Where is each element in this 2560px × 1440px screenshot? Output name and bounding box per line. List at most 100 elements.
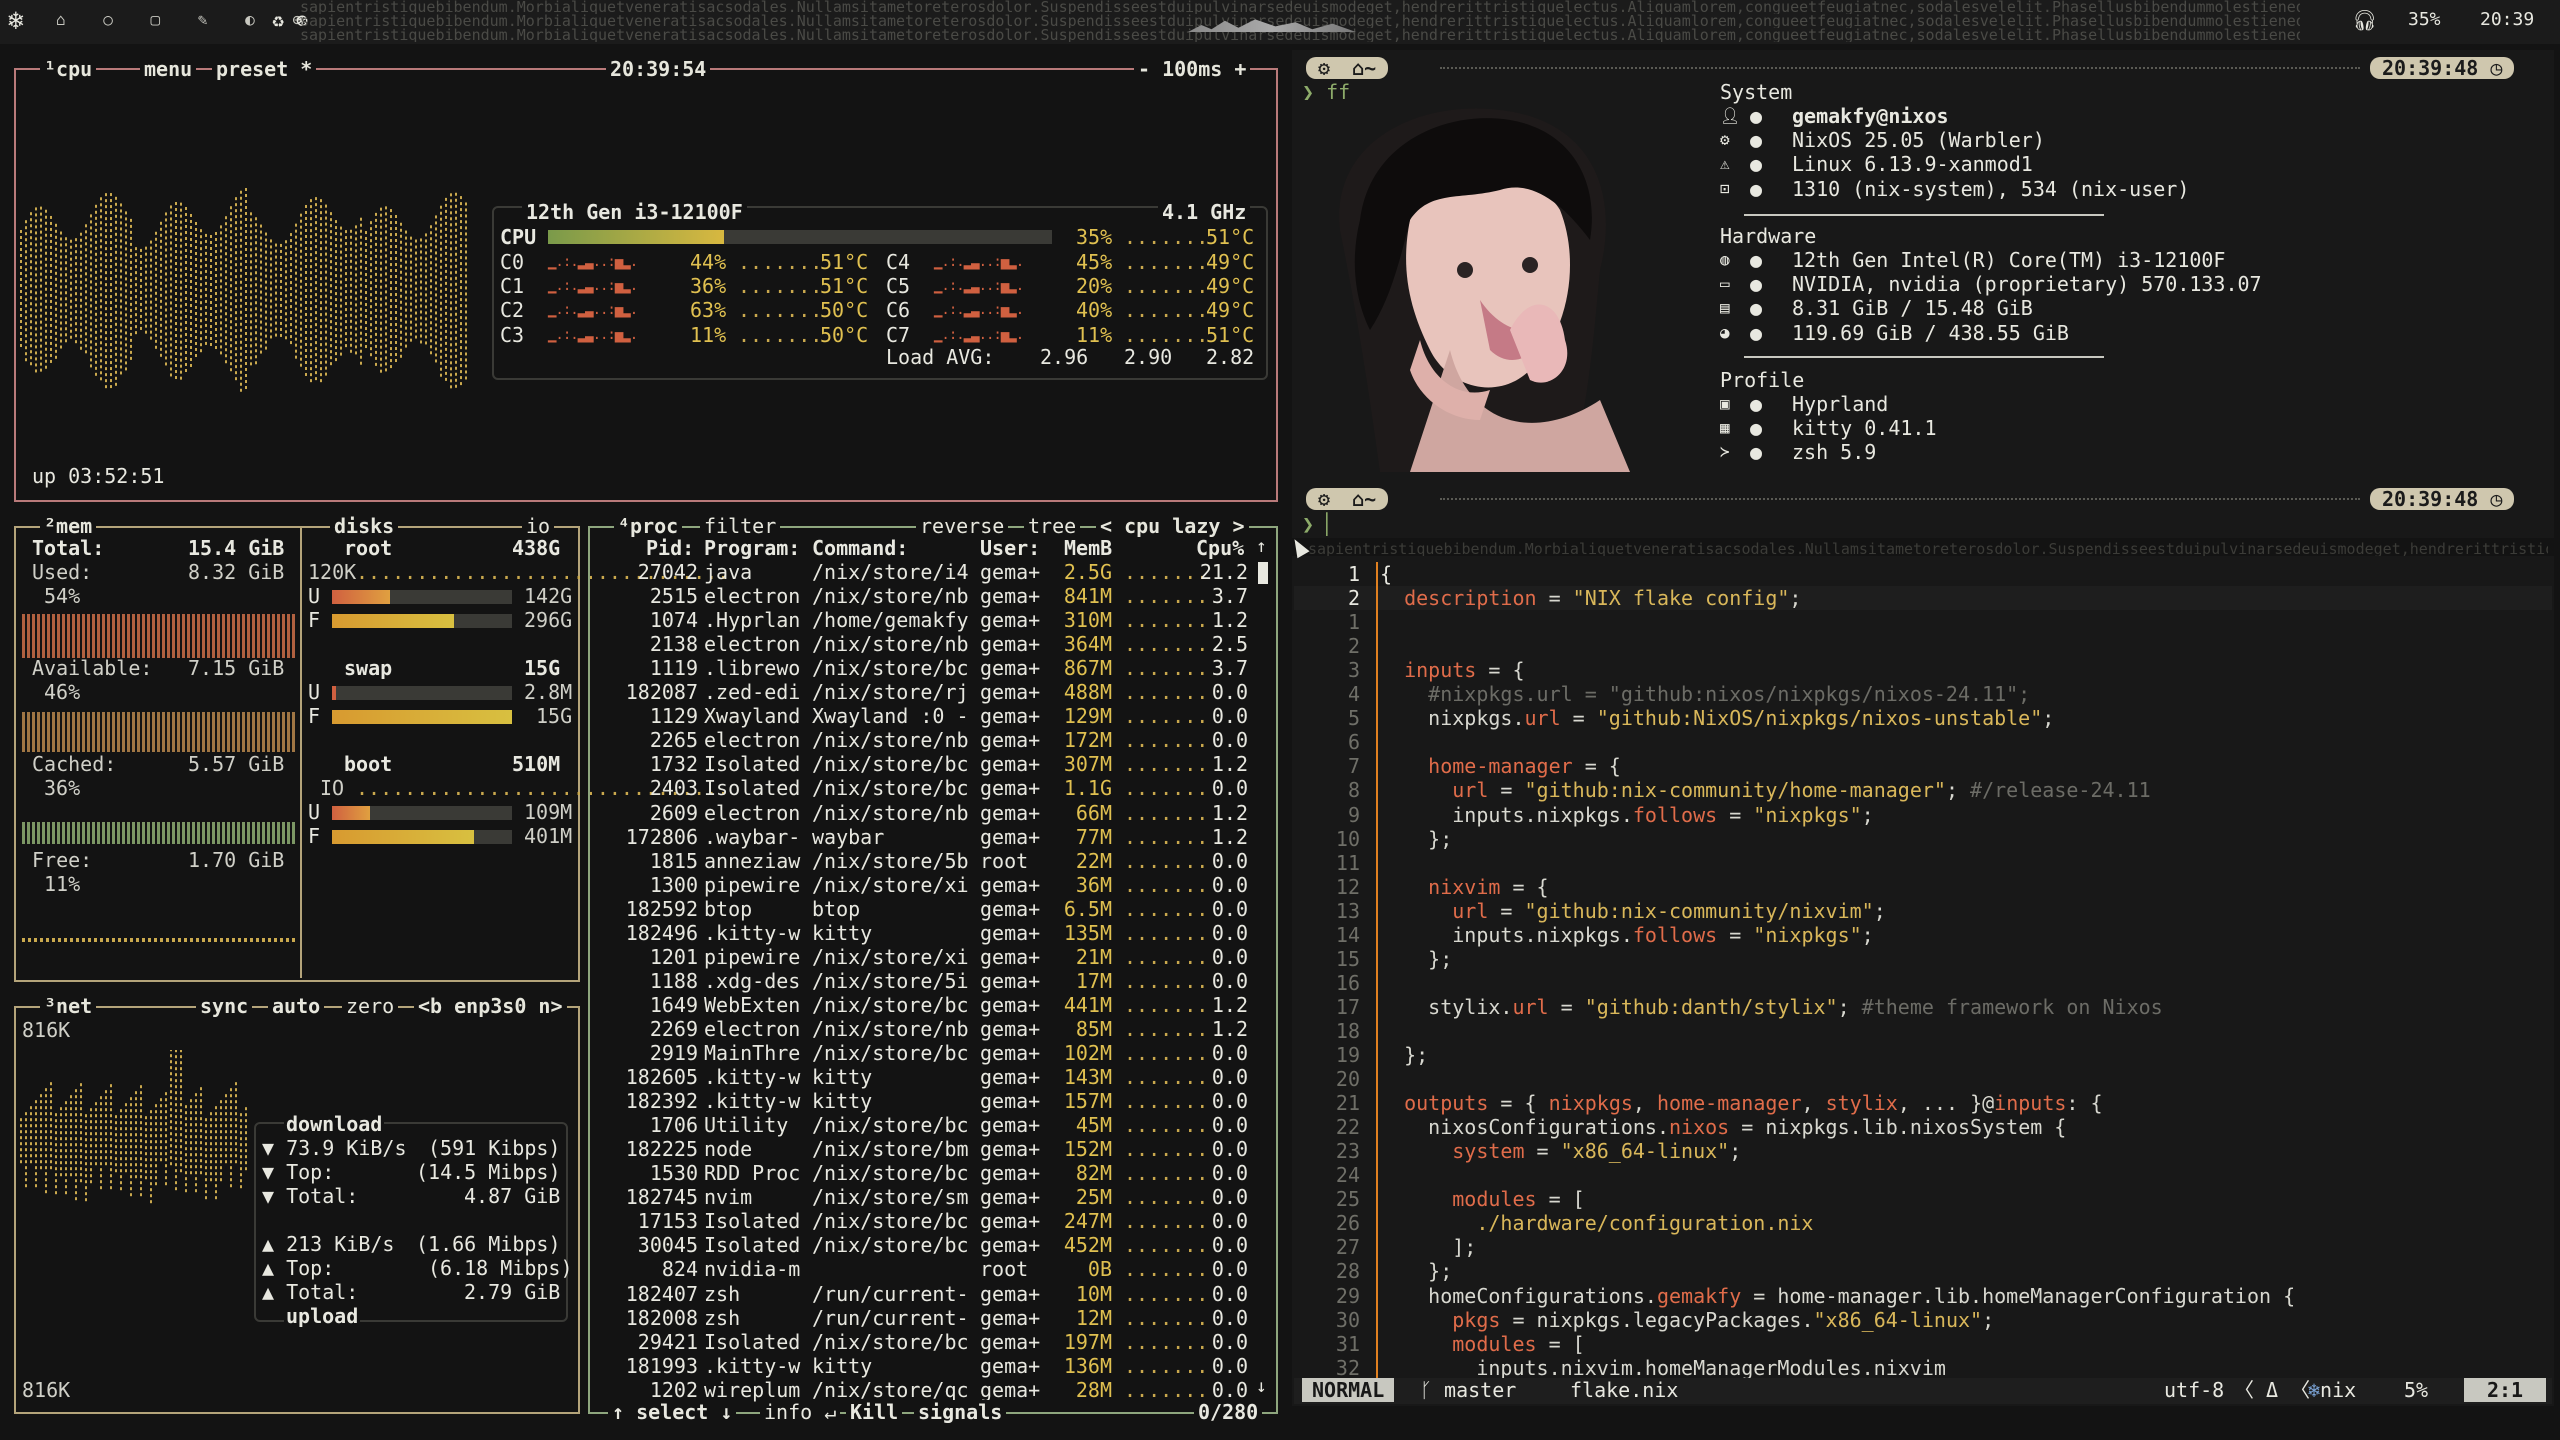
proc-mem[interactable]: 25M [1040,1185,1112,1209]
proc-pid[interactable]: 2138 [590,632,698,656]
proc-user[interactable]: gema+ [980,873,1040,897]
proc-user[interactable]: gema+ [980,897,1040,921]
proc-mem[interactable]: 1.1G [1040,776,1112,800]
proc-user[interactable]: gema+ [980,560,1040,584]
nvim-code-line[interactable]: modules = [ [1380,1187,1584,1211]
proc-mem[interactable]: 36M [1040,873,1112,897]
proc-cpu[interactable]: 1.2 [1196,801,1248,825]
proc-command[interactable]: /nix/store/xi [812,873,969,897]
proc-header-pid[interactable]: Pid: [646,536,694,560]
proc-header-cpu[interactable]: Cpu% [1196,536,1244,560]
proc-pid[interactable]: 30045 [590,1233,698,1257]
proc-cpu[interactable]: 0.0 [1196,1378,1248,1402]
net-interface-select[interactable]: <b enp3s0 n> [414,995,567,1017]
nvim-code-line[interactable]: inputs = { [1380,658,1524,682]
proc-mem[interactable]: 12M [1040,1306,1112,1330]
proc-program[interactable]: MainThre [704,1041,800,1065]
proc-mem[interactable]: 841M [1040,584,1112,608]
proc-cpu[interactable]: 0.0 [1196,1233,1248,1257]
proc-cpu[interactable]: 0.0 [1196,1065,1248,1089]
nvim-code-line[interactable]: stylix.url = "github:danth/stylix"; #the… [1380,995,2163,1019]
disks-io-toggle[interactable]: io [522,515,555,537]
proc-pid[interactable]: 1732 [590,752,698,776]
proc-user[interactable]: gema+ [980,1209,1040,1233]
proc-command[interactable]: /nix/store/bc [812,1041,969,1065]
proc-cpu[interactable]: 0.0 [1196,1209,1248,1233]
proc-cpu[interactable]: 0.0 [1196,921,1248,945]
proc-pid[interactable]: 2269 [590,1017,698,1041]
proc-command[interactable]: /nix/store/5b [812,849,969,873]
net-sync-toggle[interactable]: sync [196,995,253,1017]
proc-mem[interactable]: 307M [1040,752,1112,776]
proc-cpu[interactable]: 0.0 [1196,680,1248,704]
proc-pid[interactable]: 182605 [590,1065,698,1089]
proc-cpu[interactable]: 0.0 [1196,728,1248,752]
proc-program[interactable]: .kitty-w [704,1354,800,1378]
proc-header-program[interactable]: Program: [704,536,800,560]
proc-user[interactable]: gema+ [980,801,1040,825]
cpu-panel-title[interactable]: ¹cpu [40,58,97,80]
proc-program[interactable]: btop [704,897,752,921]
proc-cpu[interactable]: 0.0 [1196,1330,1248,1354]
proc-mem[interactable]: 452M [1040,1233,1112,1257]
proc-mem[interactable]: 85M [1040,1017,1112,1041]
proc-pid[interactable]: 824 [590,1257,698,1281]
nvim-code-line[interactable]: ./hardware/configuration.nix [1380,1211,1813,1235]
proc-mem[interactable]: 17M [1040,969,1112,993]
nvim-code-line[interactable]: system = "x86_64-linux"; [1380,1139,1741,1163]
proc-user[interactable]: gema+ [980,993,1040,1017]
proc-mem[interactable]: 28M [1040,1378,1112,1402]
proc-cpu[interactable]: 0.0 [1196,1185,1248,1209]
proc-program[interactable]: electron [704,728,800,752]
nvim-code-line[interactable]: }; [1380,1043,1428,1067]
proc-user[interactable]: gema+ [980,608,1040,632]
proc-user[interactable]: gema+ [980,752,1040,776]
cpu-menu-button[interactable]: menu [140,58,197,80]
proc-command[interactable]: /nix/store/nb [812,801,969,825]
proc-command[interactable]: /nix/store/bc [812,776,969,800]
proc-program[interactable]: .kitty-w [704,921,800,945]
net-auto-toggle[interactable]: auto [268,995,325,1017]
proc-pid[interactable]: 182008 [590,1306,698,1330]
proc-command[interactable]: /nix/store/qc [812,1378,969,1402]
proc-user[interactable]: gema+ [980,1185,1040,1209]
proc-program[interactable]: Isolated [704,1209,800,1233]
proc-mem[interactable]: 102M [1040,1041,1112,1065]
proc-cpu[interactable]: 1.2 [1196,608,1248,632]
proc-user[interactable]: gema+ [980,1041,1040,1065]
net-panel-title[interactable]: ³net [40,995,97,1017]
proc-user[interactable]: gema+ [980,1161,1040,1185]
proc-pid[interactable]: 1119 [590,656,698,680]
nvim-code-line[interactable]: homeConfigurations.gemakfy = home-manage… [1380,1284,2295,1308]
proc-command[interactable]: /nix/store/bc [812,656,969,680]
proc-command[interactable]: kitty [812,1354,872,1378]
proc-mem[interactable]: 6.5M [1040,897,1112,921]
nvim-code-line[interactable]: url = "github:nix-community/home-manager… [1380,778,2150,802]
proc-program[interactable]: electron [704,801,800,825]
proc-pid[interactable]: 29421 [590,1330,698,1354]
proc-mem[interactable]: 135M [1040,921,1112,945]
proc-pid[interactable]: 182392 [590,1089,698,1113]
proc-pid[interactable]: 1202 [590,1378,698,1402]
proc-pid[interactable]: 1649 [590,993,698,1017]
proc-user[interactable]: gema+ [980,945,1040,969]
proc-program[interactable]: .xdg-des [704,969,800,993]
nvim-code-line[interactable]: nixpkgs.url = "github:NixOS/nixpkgs/nixo… [1380,706,2054,730]
proc-command[interactable]: /nix/store/rj [812,680,969,704]
proc-user[interactable]: gema+ [980,728,1040,752]
proc-scrollbar-thumb[interactable] [1258,562,1268,584]
proc-cpu[interactable]: 0.0 [1196,849,1248,873]
proc-user[interactable]: gema+ [980,704,1040,728]
proc-pid[interactable]: 1188 [590,969,698,993]
proc-pid[interactable]: 182745 [590,1185,698,1209]
nvim-code-line[interactable]: pkgs = nixpkgs.legacyPackages."x86_64-li… [1380,1308,1994,1332]
proc-cpu[interactable]: 1.2 [1196,752,1248,776]
nvim-code-line[interactable]: nixosConfigurations.nixos = nixpkgs.lib.… [1380,1115,2066,1139]
proc-program[interactable]: .zed-edi [704,680,800,704]
proc-cpu[interactable]: 0.0 [1196,1041,1248,1065]
proc-user[interactable]: gema+ [980,1113,1040,1137]
proc-program[interactable]: .kitty-w [704,1089,800,1113]
proc-command[interactable]: btop [812,897,860,921]
proc-pid[interactable]: 181993 [590,1354,698,1378]
proc-command[interactable]: kitty [812,1065,872,1089]
